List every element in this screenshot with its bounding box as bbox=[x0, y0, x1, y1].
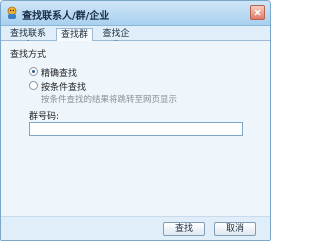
window-title: 查找联系人/群/企业 bbox=[22, 11, 110, 22]
app-icon bbox=[5, 6, 19, 20]
tab-bar: 查找联系人 查找群 查找企业 bbox=[1, 26, 270, 51]
close-button[interactable] bbox=[250, 5, 265, 20]
dialog-footer: 查找 取消 bbox=[1, 216, 270, 240]
tab-find-enterprise[interactable]: 查找企业 bbox=[96, 28, 136, 51]
group-number-input[interactable] bbox=[29, 122, 243, 136]
exact-search-radio[interactable] bbox=[29, 67, 38, 76]
exact-search-label[interactable]: 精确查找 bbox=[41, 66, 77, 79]
condition-search-radio[interactable] bbox=[29, 81, 38, 90]
tab-find-contact[interactable]: 查找联系人 bbox=[4, 28, 52, 51]
cancel-button[interactable]: 取消 bbox=[214, 222, 256, 236]
group-number-label: 群号码: bbox=[29, 112, 60, 122]
condition-search-label[interactable]: 按条件查找 bbox=[41, 80, 86, 93]
search-button[interactable]: 查找 bbox=[163, 222, 205, 236]
title-bar[interactable]: 查找联系人/群/企业 bbox=[1, 1, 270, 26]
close-icon bbox=[254, 9, 261, 16]
search-mode-label: 查找方式 bbox=[10, 50, 47, 60]
tab-find-group[interactable]: 查找群 bbox=[56, 28, 93, 41]
find-dialog-window: 查找联系人/群/企业 查找联系人 查找群 查找企业 查找方式 精确查找 按条件查… bbox=[0, 0, 271, 241]
search-panel: 查找方式 精确查找 按条件查找 按条件查找的结果将跳转至网页显示 群号码: bbox=[1, 41, 270, 216]
condition-search-hint: 按条件查找的结果将跳转至网页显示 bbox=[41, 95, 178, 105]
